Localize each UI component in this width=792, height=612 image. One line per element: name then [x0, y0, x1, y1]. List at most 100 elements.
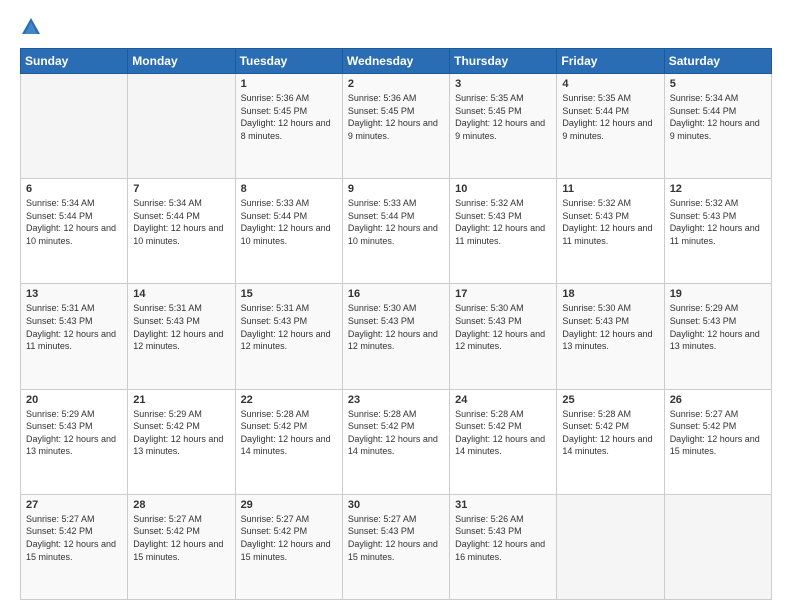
calendar-cell: 4 Sunrise: 5:35 AM Sunset: 5:44 PM Daylig… — [557, 74, 664, 179]
calendar-cell: 28 Sunrise: 5:27 AM Sunset: 5:42 PM Dayli… — [128, 494, 235, 599]
calendar-cell: 21 Sunrise: 5:29 AM Sunset: 5:42 PM Dayli… — [128, 389, 235, 494]
day-info: Sunrise: 5:28 AM Sunset: 5:42 PM Dayligh… — [455, 409, 545, 457]
calendar-cell: 27 Sunrise: 5:27 AM Sunset: 5:42 PM Dayli… — [21, 494, 128, 599]
day-info: Sunrise: 5:27 AM Sunset: 5:42 PM Dayligh… — [241, 514, 331, 562]
day-number: 27 — [26, 499, 122, 511]
day-header-sunday: Sunday — [21, 49, 128, 74]
day-info: Sunrise: 5:32 AM Sunset: 5:43 PM Dayligh… — [562, 198, 652, 246]
day-info: Sunrise: 5:32 AM Sunset: 5:43 PM Dayligh… — [455, 198, 545, 246]
day-info: Sunrise: 5:28 AM Sunset: 5:42 PM Dayligh… — [562, 409, 652, 457]
day-number: 10 — [455, 183, 551, 195]
day-header-thursday: Thursday — [450, 49, 557, 74]
day-info: Sunrise: 5:31 AM Sunset: 5:43 PM Dayligh… — [241, 303, 331, 351]
day-info: Sunrise: 5:31 AM Sunset: 5:43 PM Dayligh… — [133, 303, 223, 351]
day-number: 30 — [348, 499, 444, 511]
day-info: Sunrise: 5:30 AM Sunset: 5:43 PM Dayligh… — [562, 303, 652, 351]
day-info: Sunrise: 5:29 AM Sunset: 5:43 PM Dayligh… — [670, 303, 760, 351]
day-number: 17 — [455, 288, 551, 300]
day-number: 9 — [348, 183, 444, 195]
day-number: 20 — [26, 394, 122, 406]
day-header-friday: Friday — [557, 49, 664, 74]
day-info: Sunrise: 5:29 AM Sunset: 5:42 PM Dayligh… — [133, 409, 223, 457]
calendar-cell: 26Sunrise: 5:27 AM Sunset: 5:42 PM Dayli… — [664, 389, 771, 494]
day-number: 1 — [241, 78, 337, 90]
day-number: 4 — [562, 78, 658, 90]
week-row-2: 6 Sunrise: 5:34 AM Sunset: 5:44 PM Daylig… — [21, 179, 772, 284]
day-number: 21 — [133, 394, 229, 406]
day-number: 8 — [241, 183, 337, 195]
day-info: Sunrise: 5:33 AM Sunset: 5:44 PM Dayligh… — [348, 198, 438, 246]
day-info: Sunrise: 5:31 AM Sunset: 5:43 PM Dayligh… — [26, 303, 116, 351]
day-number: 2 — [348, 78, 444, 90]
day-number: 18 — [562, 288, 658, 300]
day-info: Sunrise: 5:28 AM Sunset: 5:42 PM Dayligh… — [241, 409, 331, 457]
day-info: Sunrise: 5:34 AM Sunset: 5:44 PM Dayligh… — [133, 198, 223, 246]
calendar-cell — [128, 74, 235, 179]
calendar-cell — [21, 74, 128, 179]
logo-icon — [20, 16, 42, 38]
calendar-cell: 5 Sunrise: 5:34 AM Sunset: 5:44 PM Daylig… — [664, 74, 771, 179]
day-info: Sunrise: 5:29 AM Sunset: 5:43 PM Dayligh… — [26, 409, 116, 457]
day-info: Sunrise: 5:35 AM Sunset: 5:44 PM Dayligh… — [562, 93, 652, 141]
day-info: Sunrise: 5:34 AM Sunset: 5:44 PM Dayligh… — [26, 198, 116, 246]
calendar-cell: 8 Sunrise: 5:33 AM Sunset: 5:44 PM Daylig… — [235, 179, 342, 284]
day-info: Sunrise: 5:32 AM Sunset: 5:43 PM Dayligh… — [670, 198, 760, 246]
day-number: 23 — [348, 394, 444, 406]
calendar-cell: 23 Sunrise: 5:28 AM Sunset: 5:42 PM Dayli… — [342, 389, 449, 494]
day-info: Sunrise: 5:27 AM Sunset: 5:42 PM Dayligh… — [133, 514, 223, 562]
calendar-cell: 6 Sunrise: 5:34 AM Sunset: 5:44 PM Daylig… — [21, 179, 128, 284]
day-info: Sunrise: 5:30 AM Sunset: 5:43 PM Dayligh… — [455, 303, 545, 351]
calendar-cell: 12 Sunrise: 5:32 AM Sunset: 5:43 PM Dayli… — [664, 179, 771, 284]
day-number: 25 — [562, 394, 658, 406]
day-number: 5 — [670, 78, 766, 90]
day-number: 13 — [26, 288, 122, 300]
day-number: 15 — [241, 288, 337, 300]
day-info: Sunrise: 5:33 AM Sunset: 5:44 PM Dayligh… — [241, 198, 331, 246]
calendar-cell: 10 Sunrise: 5:32 AM Sunset: 5:43 PM Dayli… — [450, 179, 557, 284]
calendar-cell: 30 Sunrise: 5:27 AM Sunset: 5:43 PM Dayli… — [342, 494, 449, 599]
calendar-cell: 18 Sunrise: 5:30 AM Sunset: 5:43 PM Dayli… — [557, 284, 664, 389]
calendar-cell: 16 Sunrise: 5:30 AM Sunset: 5:43 PM Dayli… — [342, 284, 449, 389]
day-info: Sunrise: 5:28 AM Sunset: 5:42 PM Dayligh… — [348, 409, 438, 457]
day-info: Sunrise: 5:27 AM Sunset: 5:42 PM Dayligh… — [26, 514, 116, 562]
day-info: Sunrise: 5:27 AM Sunset: 5:43 PM Dayligh… — [348, 514, 438, 562]
day-header-saturday: Saturday — [664, 49, 771, 74]
calendar-cell — [664, 494, 771, 599]
calendar-cell: 2 Sunrise: 5:36 AM Sunset: 5:45 PM Daylig… — [342, 74, 449, 179]
calendar-cell: 19Sunrise: 5:29 AM Sunset: 5:43 PM Dayli… — [664, 284, 771, 389]
day-number: 28 — [133, 499, 229, 511]
day-number: 16 — [348, 288, 444, 300]
logo — [20, 16, 46, 38]
calendar-cell — [557, 494, 664, 599]
day-info: Sunrise: 5:26 AM Sunset: 5:43 PM Dayligh… — [455, 514, 545, 562]
calendar-cell: 1 Sunrise: 5:36 AM Sunset: 5:45 PM Daylig… — [235, 74, 342, 179]
header — [20, 16, 772, 38]
day-info: Sunrise: 5:30 AM Sunset: 5:43 PM Dayligh… — [348, 303, 438, 351]
day-number: 14 — [133, 288, 229, 300]
day-number: 7 — [133, 183, 229, 195]
calendar-body: 1 Sunrise: 5:36 AM Sunset: 5:45 PM Daylig… — [21, 74, 772, 600]
page: SundayMondayTuesdayWednesdayThursdayFrid… — [0, 0, 792, 612]
calendar-cell: 24 Sunrise: 5:28 AM Sunset: 5:42 PM Dayli… — [450, 389, 557, 494]
calendar-cell: 7 Sunrise: 5:34 AM Sunset: 5:44 PM Daylig… — [128, 179, 235, 284]
calendar-header: SundayMondayTuesdayWednesdayThursdayFrid… — [21, 49, 772, 74]
day-info: Sunrise: 5:36 AM Sunset: 5:45 PM Dayligh… — [241, 93, 331, 141]
calendar-cell: 3Sunrise: 5:35 AM Sunset: 5:45 PM Daylig… — [450, 74, 557, 179]
day-number: 12 — [670, 183, 766, 195]
day-number: 11 — [562, 183, 658, 195]
calendar-table: SundayMondayTuesdayWednesdayThursdayFrid… — [20, 48, 772, 600]
calendar-cell: 22Sunrise: 5:28 AM Sunset: 5:42 PM Dayli… — [235, 389, 342, 494]
day-number: 6 — [26, 183, 122, 195]
day-number: 29 — [241, 499, 337, 511]
calendar-cell: 13 Sunrise: 5:31 AM Sunset: 5:43 PM Dayli… — [21, 284, 128, 389]
calendar-cell: 15 Sunrise: 5:31 AM Sunset: 5:43 PM Dayli… — [235, 284, 342, 389]
day-info: Sunrise: 5:35 AM Sunset: 5:45 PM Dayligh… — [455, 93, 545, 141]
day-info: Sunrise: 5:36 AM Sunset: 5:45 PM Dayligh… — [348, 93, 438, 141]
calendar-cell: 20 Sunrise: 5:29 AM Sunset: 5:43 PM Dayli… — [21, 389, 128, 494]
calendar-cell: 25 Sunrise: 5:28 AM Sunset: 5:42 PM Dayli… — [557, 389, 664, 494]
calendar-cell: 9 Sunrise: 5:33 AM Sunset: 5:44 PM Daylig… — [342, 179, 449, 284]
day-number: 31 — [455, 499, 551, 511]
day-number: 26 — [670, 394, 766, 406]
day-number: 24 — [455, 394, 551, 406]
day-info: Sunrise: 5:34 AM Sunset: 5:44 PM Dayligh… — [670, 93, 760, 141]
